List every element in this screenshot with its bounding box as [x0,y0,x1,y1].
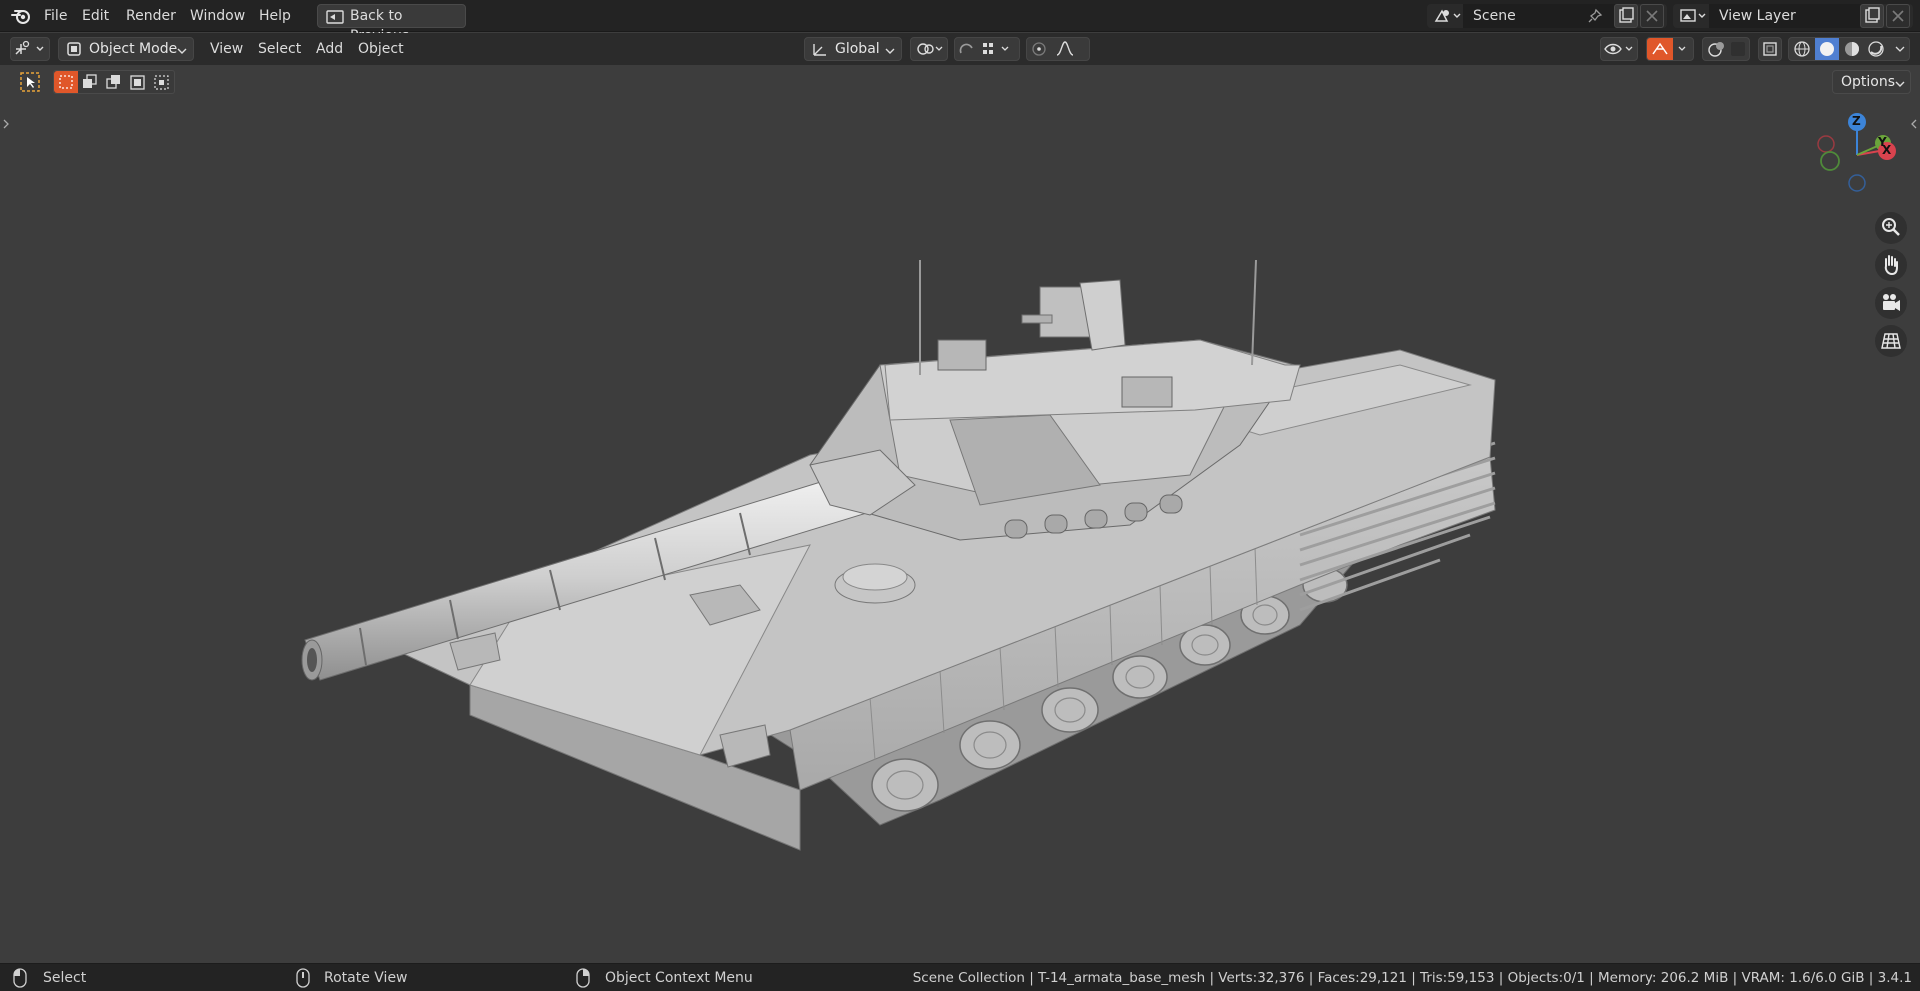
visibility-icon [1604,43,1633,55]
status-context-hint: Object Context Menu [605,970,753,986]
menu-render[interactable]: Render [126,6,176,26]
xray-icon [1763,42,1777,56]
snap-toggle[interactable] [954,37,1020,61]
menu-view[interactable]: View [210,39,243,59]
3d-viewport[interactable]: Options Z Y X [0,65,1920,963]
pivot-icon [917,43,943,55]
menu-select[interactable]: Select [258,39,301,59]
scene-name: Scene [1473,8,1516,24]
mouse-right-icon [576,968,590,988]
transform-orientation-selector[interactable]: Global [804,37,902,61]
overlay-toggle[interactable] [1702,37,1750,61]
mouse-left-icon [13,968,27,988]
scene-icon [1433,7,1463,29]
copy-icon [1619,7,1634,23]
tank-model [301,259,1496,851]
menu-object[interactable]: Object [358,39,404,59]
new-scene-button[interactable] [1614,4,1638,28]
mode-label: Object Mode [89,41,178,57]
scene-statistics: Scene Collection | T-14_armata_base_mesh… [912,970,1912,986]
gizmo-icon [1652,42,1686,55]
top-menu-bar: File Edit Render Window Help Back to Pre… [0,0,1920,44]
proportional-icon [1032,41,1074,56]
shading-solid-icon[interactable] [1815,38,1839,60]
proportional-editing-toggle[interactable] [1026,37,1090,61]
mode-selector[interactable]: Object Mode [58,37,194,61]
status-bar: Select Rotate View Object Context Menu S… [0,963,1920,991]
new-view-layer-button[interactable] [1860,4,1884,28]
close-icon [1646,10,1658,22]
shading-wireframe-icon[interactable] [1791,38,1813,60]
editor-type-icon [15,40,44,55]
chevron-down-icon[interactable] [1893,38,1907,60]
shading-material-icon[interactable] [1841,38,1863,60]
menu-add[interactable]: Add [316,39,343,59]
editor-type-selector[interactable] [10,37,50,61]
delete-scene-button[interactable] [1640,4,1664,28]
pivot-point-selector[interactable] [910,37,948,61]
chevron-down-icon [885,44,895,60]
viewport-header: Object Mode View Select Add Object Globa… [0,33,1920,65]
view-layer-icon [1679,7,1709,29]
status-select-hint: Select [43,970,87,986]
status-rotate-hint: Rotate View [324,970,408,986]
snap-icon [959,43,1009,54]
back-icon [326,9,344,29]
blender-logo-icon[interactable] [10,6,32,26]
view-layer-name: View Layer [1719,8,1796,24]
menu-edit[interactable]: Edit [82,6,109,26]
visibility-selector[interactable] [1600,37,1638,61]
gizmo-toggle[interactable] [1646,37,1694,61]
overlay-icon [1708,42,1745,57]
orientation-icon [811,41,829,61]
shading-group [1788,37,1910,61]
copy-icon [1865,7,1880,23]
menu-help[interactable]: Help [259,6,291,26]
orientation-label: Global [835,41,880,57]
close-icon [1892,10,1904,22]
back-to-previous-button[interactable]: Back to Previous [317,4,466,44]
menu-window[interactable]: Window [190,6,245,26]
menu-file[interactable]: File [44,6,67,26]
chevron-down-icon [177,44,187,60]
delete-view-layer-button[interactable] [1886,4,1910,28]
xray-toggle[interactable] [1758,37,1782,61]
mouse-middle-icon [296,968,310,988]
pin-icon[interactable] [1587,8,1603,28]
object-mode-icon [66,41,82,61]
shading-rendered-icon[interactable] [1865,38,1887,60]
